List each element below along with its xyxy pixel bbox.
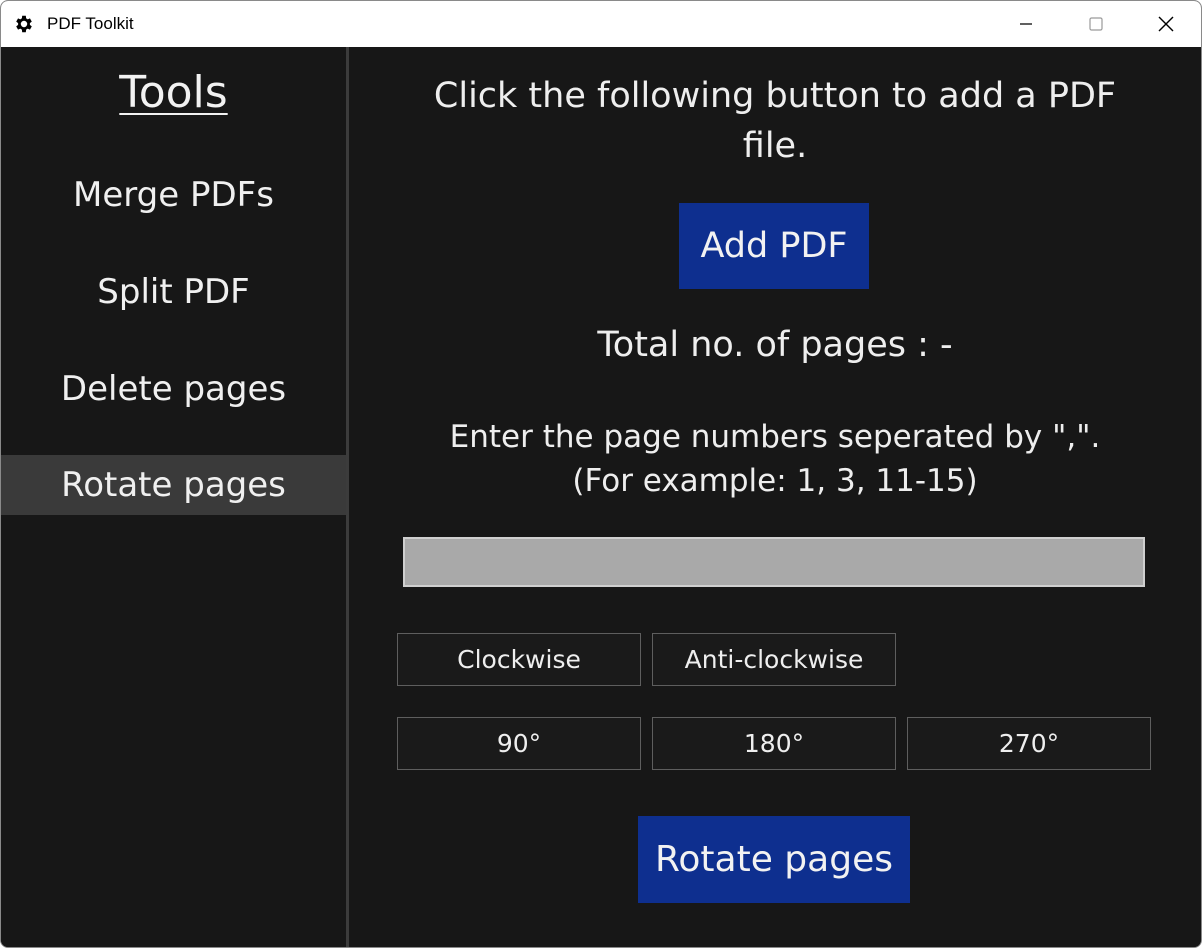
add-pdf-instruction: Click the following button to add a PDF … bbox=[433, 76, 1117, 166]
page-numbers-input[interactable] bbox=[403, 537, 1145, 587]
minimize-button[interactable] bbox=[991, 1, 1061, 47]
page-numbers-hint-line2: (For example: 1, 3, 11-15) bbox=[572, 463, 978, 499]
sidebar-item-rotate-pages[interactable]: Rotate pages bbox=[1, 455, 346, 515]
anti-clockwise-button[interactable]: Anti-clockwise bbox=[652, 633, 896, 686]
page-numbers-hint: Enter the page numbers seperated by ",".… bbox=[379, 415, 1171, 503]
sidebar-item-delete-pages[interactable]: Delete pages bbox=[1, 359, 346, 419]
window-title: PDF Toolkit bbox=[47, 14, 134, 33]
angle-180-button[interactable]: 180° bbox=[652, 717, 896, 770]
close-icon bbox=[1158, 16, 1174, 32]
total-pages-label: Total no. of pages : - bbox=[597, 325, 953, 365]
sidebar: Tools Merge PDFs Split PDF Delete pages … bbox=[1, 47, 346, 947]
app-window: PDF Toolkit Tools Merge PDFs Split PDF D… bbox=[0, 0, 1202, 948]
close-button[interactable] bbox=[1131, 1, 1201, 47]
maximize-icon bbox=[1089, 17, 1103, 31]
angle-270-button[interactable]: 270° bbox=[907, 717, 1151, 770]
page-numbers-hint-line1: Enter the page numbers seperated by ",". bbox=[449, 419, 1101, 455]
clockwise-button[interactable]: Clockwise bbox=[397, 633, 641, 686]
add-pdf-button[interactable]: Add PDF bbox=[679, 203, 869, 289]
gear-icon bbox=[16, 15, 32, 33]
sidebar-item-split-pdf[interactable]: Split PDF bbox=[1, 262, 346, 322]
maximize-button[interactable] bbox=[1061, 1, 1131, 47]
title-bar: PDF Toolkit bbox=[1, 1, 1201, 47]
minimize-icon bbox=[1020, 23, 1032, 25]
rotate-pages-button[interactable]: Rotate pages bbox=[638, 816, 910, 903]
angle-90-button[interactable]: 90° bbox=[397, 717, 641, 770]
sidebar-title: Tools bbox=[119, 67, 228, 118]
main-panel: Click the following button to add a PDF … bbox=[349, 47, 1201, 947]
sidebar-item-merge-pdfs[interactable]: Merge PDFs bbox=[1, 165, 346, 225]
